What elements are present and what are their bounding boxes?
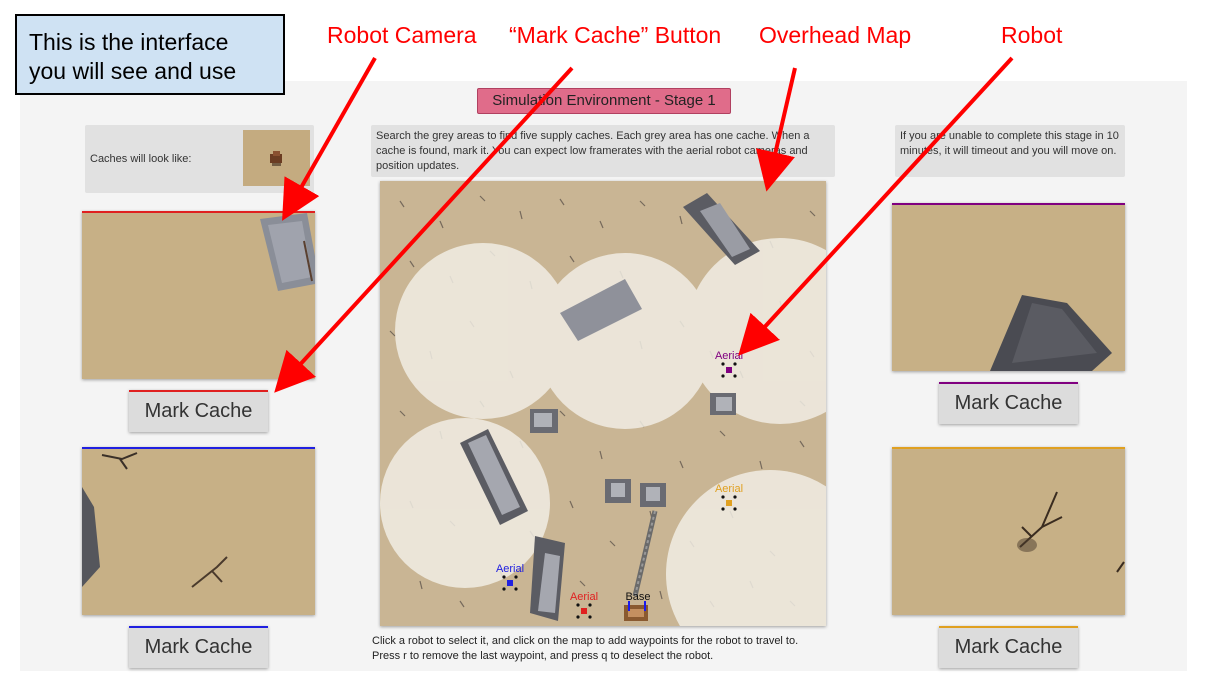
bottom-instructions-line-1: Click a robot to select it, and click on… <box>372 635 799 647</box>
instructions-text: Search the grey areas to find five suppl… <box>376 130 810 172</box>
camera-color-bar <box>82 211 315 213</box>
robot-camera-blue <box>82 447 315 615</box>
base-label: Base <box>625 591 650 603</box>
annotation-mark-cache-button: “Mark Cache” Button <box>509 22 722 48</box>
button-color-bar <box>939 626 1078 628</box>
cache-example-image <box>243 130 310 186</box>
robot-camera-purple <box>892 203 1125 371</box>
overhead-map[interactable]: Aerial Aerial Aerial Aerial Base <box>380 181 826 626</box>
mark-cache-button-red[interactable]: Mark Cache <box>129 390 268 432</box>
camera-color-bar <box>892 447 1125 449</box>
camera-color-bar <box>892 203 1125 205</box>
camera-view <box>82 452 228 588</box>
robot-camera-orange <box>892 447 1125 615</box>
base-marker <box>624 601 648 621</box>
stage-title: Simulation Environment - Stage 1 <box>477 88 731 114</box>
mark-cache-button-blue[interactable]: Mark Cache <box>129 626 268 668</box>
annotation-robot: Robot <box>1001 22 1063 48</box>
mark-cache-label: Mark Cache <box>144 399 253 422</box>
annotation-overhead-map: Overhead Map <box>759 22 912 48</box>
robot-label: Aerial <box>496 563 524 575</box>
robot-marker-red[interactable]: Aerial <box>570 591 598 619</box>
camera-view <box>1017 491 1125 573</box>
camera-view <box>260 213 315 291</box>
camera-color-bar <box>82 447 315 449</box>
robot-label: Aerial <box>715 350 743 362</box>
cache-example-box: Caches will look like: <box>85 125 314 193</box>
mark-cache-label: Mark Cache <box>954 635 1063 658</box>
mark-cache-label: Mark Cache <box>954 391 1063 414</box>
bottom-instructions: Click a robot to select it, and click on… <box>372 634 842 664</box>
robot-label: Aerial <box>715 483 743 495</box>
mark-cache-button-purple[interactable]: Mark Cache <box>939 382 1078 424</box>
button-color-bar <box>129 626 268 628</box>
timeout-text: If you are unable to complete this stage… <box>900 130 1119 157</box>
callout-line-1: This is the interface <box>29 29 229 55</box>
bottom-instructions-line-2: Press r to remove the last waypoint, and… <box>372 650 714 662</box>
button-color-bar <box>939 382 1078 384</box>
instructions-box: Search the grey areas to find five suppl… <box>371 125 835 177</box>
robot-camera-red <box>82 211 315 379</box>
button-color-bar <box>129 390 268 392</box>
mark-cache-label: Mark Cache <box>144 635 253 658</box>
callout-line-2: you will see and use <box>29 58 237 84</box>
annotation-robot-camera: Robot Camera <box>327 22 477 48</box>
camera-view <box>990 295 1112 371</box>
robot-label: Aerial <box>570 591 598 603</box>
mark-cache-button-orange[interactable]: Mark Cache <box>939 626 1078 668</box>
timeout-box: If you are unable to complete this stage… <box>895 125 1125 177</box>
interface-callout: This is the interface you will see and u… <box>15 14 285 95</box>
cache-example-label: Caches will look like: <box>90 153 192 165</box>
